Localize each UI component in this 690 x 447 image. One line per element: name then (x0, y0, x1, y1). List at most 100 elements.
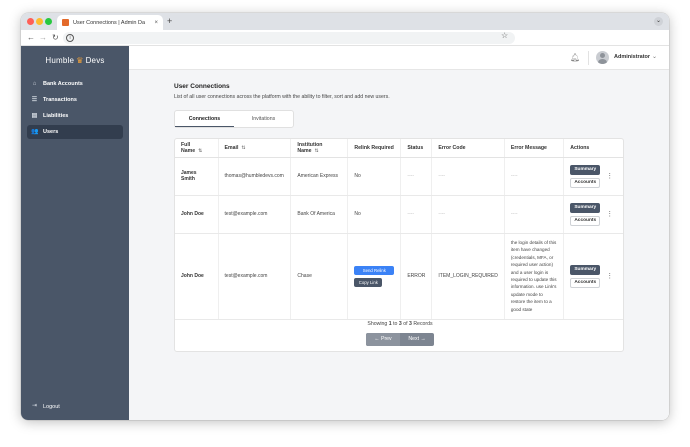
cell-email: test@example.com (218, 233, 292, 320)
column-header-email[interactable]: Email ⇅ (218, 139, 292, 158)
sidebar-item-label: Users (43, 129, 59, 135)
more-options-icon[interactable]: ⋮ (606, 272, 613, 280)
page-title: User Connections (174, 83, 230, 90)
prev-button[interactable]: ← Prev (366, 333, 400, 346)
header-label: Full Name (181, 141, 196, 154)
summary-button[interactable]: Summary (570, 202, 601, 213)
connections-table: Full Name ⇅ Email ⇅ Institution Name ⇅ Reli… (175, 139, 623, 320)
browser-window: User Connections | Admin Da × + ⌄ ← → ↻ … (21, 13, 669, 420)
cell-relink: No (347, 195, 402, 234)
arrow-left-icon: ← (374, 336, 380, 342)
new-tab-button[interactable]: + (167, 16, 172, 26)
top-bar: 🔔︎ Administrator ⌄ (129, 46, 669, 70)
tab-search-icon[interactable]: ⌄ (654, 17, 663, 26)
header-label: Email (224, 144, 239, 151)
records-label: Records (413, 321, 433, 327)
column-header-error-code: Error Code (431, 139, 505, 158)
of-label: of (403, 321, 408, 327)
more-options-icon[interactable]: ⋮ (606, 172, 613, 180)
cell-status: ---- (400, 157, 433, 196)
sidebar-item-liabilities[interactable]: ▤ Liabilities (27, 109, 123, 123)
maximize-window-button[interactable] (45, 18, 52, 25)
sort-icon[interactable]: ⇅ (198, 148, 202, 154)
cell-email: thomas@humbledevs.com (218, 157, 292, 196)
cell-institution: Chase (290, 233, 349, 320)
copy-link-button[interactable]: Copy Link (354, 277, 383, 287)
reload-icon[interactable]: ↻ (52, 33, 59, 42)
tab-invitations[interactable]: Invitations (234, 111, 293, 127)
tab-close-icon[interactable]: × (154, 20, 158, 26)
cell-institution: American Express (290, 157, 349, 196)
logout-icon: ⇥ (31, 403, 38, 409)
cell-error-message: the login details of this item have chan… (504, 233, 565, 320)
sidebar-item-label: Liabilities (43, 113, 69, 119)
range-total: 3 (408, 321, 412, 327)
cell-actions: Summary Accounts ⋮ (563, 233, 623, 320)
divider (588, 51, 589, 65)
tab-connections[interactable]: Connections (175, 111, 234, 127)
action-buttons: Summary Accounts (570, 202, 601, 226)
list-icon: ☰ (31, 96, 38, 103)
range-from: 1 (388, 321, 392, 327)
action-buttons: Summary Accounts (570, 164, 601, 188)
column-header-full-name[interactable]: Full Name ⇅ (175, 139, 219, 158)
sidebar-item-bank-accounts[interactable]: ⌂ Bank Accounts (27, 77, 123, 91)
action-buttons: Summary Accounts (570, 264, 601, 288)
summary-button[interactable]: Summary (570, 164, 601, 175)
avatar[interactable] (596, 51, 609, 64)
summary-button[interactable]: Summary (570, 264, 601, 275)
prev-label: Prev (380, 336, 392, 342)
sort-icon[interactable]: ⇅ (315, 148, 319, 154)
cell-relink: No (347, 157, 402, 196)
app: Humble ♛ Devs ⌂ Bank Accounts ☰ Transactio… (21, 46, 669, 420)
browser-tab[interactable]: User Connections | Admin Da × (57, 15, 163, 30)
accounts-button[interactable]: Accounts (570, 277, 601, 288)
showing-label: Showing (367, 321, 388, 327)
sidebar-item-users[interactable]: 👥 Users (27, 125, 123, 139)
table-row: James Smith thomas@humbledevs.com Americ… (175, 157, 623, 196)
cell-status: ERROR (400, 233, 433, 320)
column-header-relink: Relink Required (347, 139, 402, 158)
address-bar[interactable]: i (63, 32, 515, 44)
browser-toolbar: ← → ↻ i ☆ (21, 30, 669, 46)
sidebar-item-label: Transactions (43, 97, 77, 103)
forward-icon[interactable]: → (39, 33, 47, 42)
chevron-down-icon[interactable]: ⌄ (652, 53, 657, 60)
next-button[interactable]: Next → (400, 333, 434, 346)
send-relink-button[interactable]: Send Relink (354, 265, 395, 275)
sort-icon[interactable]: ⇅ (241, 145, 245, 151)
sidebar-item-transactions[interactable]: ☰ Transactions (27, 93, 123, 107)
pagination: ← Prev Next → (366, 333, 434, 346)
logout-button[interactable]: ⇥ Logout (31, 403, 60, 410)
close-window-button[interactable] (27, 18, 34, 25)
cell-actions: Summary Accounts ⋮ (563, 195, 623, 234)
notification-bell-icon[interactable]: 🔔︎ (570, 53, 580, 62)
more-options-icon[interactable]: ⋮ (606, 210, 613, 218)
accounts-button[interactable]: Accounts (570, 177, 601, 188)
actions-group: Summary Accounts ⋮ (570, 264, 617, 288)
bookmark-star-icon[interactable]: ☆ (501, 31, 508, 40)
cell-full-name: John Doe (175, 233, 219, 320)
sidebar-item-label: Bank Accounts (43, 81, 83, 87)
cell-full-name: James Smith (175, 157, 219, 196)
cell-status: ---- (400, 195, 433, 234)
accounts-button[interactable]: Accounts (570, 215, 601, 226)
site-info-icon[interactable]: i (66, 34, 74, 42)
back-icon[interactable]: ← (27, 33, 35, 42)
cell-institution: Bank Of America (290, 195, 349, 234)
cell-error-code: ITEM_LOGIN_REQUIRED (431, 233, 505, 320)
brand-right: Devs (85, 56, 105, 65)
to-label: to (393, 321, 398, 327)
cell-error-code: ---- (431, 157, 505, 196)
cell-error-message: ---- (504, 195, 565, 234)
brand-logo[interactable]: Humble ♛ Devs (21, 56, 129, 65)
cell-actions: Summary Accounts ⋮ (563, 157, 623, 196)
column-header-institution[interactable]: Institution Name ⇅ (290, 139, 349, 158)
column-header-actions: Actions (563, 139, 623, 158)
cell-relink: Send Relink Copy Link (347, 233, 402, 320)
user-name[interactable]: Administrator (614, 54, 650, 60)
cell-email: test@example.com (218, 195, 292, 234)
minimize-window-button[interactable] (36, 18, 43, 25)
arrow-right-icon: → (420, 336, 426, 342)
actions-group: Summary Accounts ⋮ (570, 202, 617, 226)
